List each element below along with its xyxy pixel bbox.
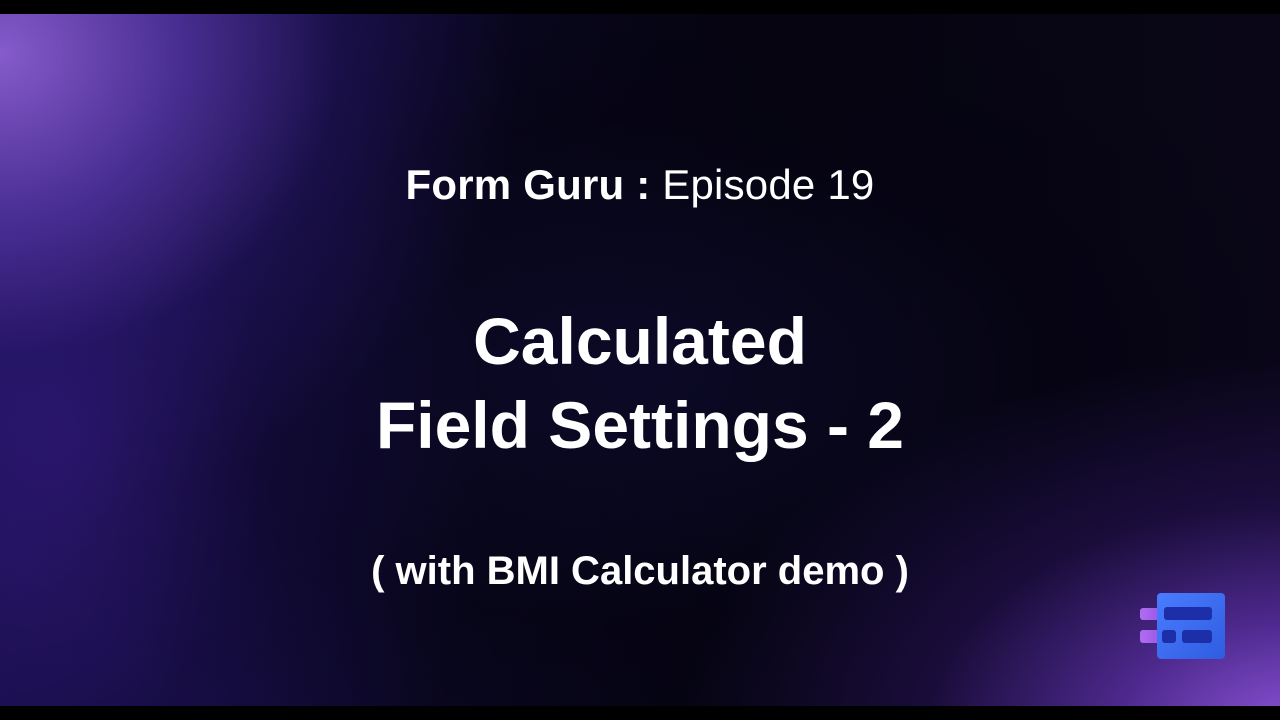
episode-heading: Form Guru : Episode 19 bbox=[0, 160, 1280, 210]
page-title: Calculated Field Settings - 2 bbox=[0, 299, 1280, 467]
form-builder-logo-icon bbox=[1140, 593, 1226, 659]
series-name: Form Guru : bbox=[405, 161, 651, 208]
subtitle: ( with BMI Calculator demo ) bbox=[371, 549, 909, 593]
title-line-2: Field Settings - 2 bbox=[375, 388, 905, 462]
video-frame: Form Guru : Episode 19 Calculated Field … bbox=[0, 0, 1280, 720]
title-slide: Form Guru : Episode 19 Calculated Field … bbox=[0, 14, 1280, 706]
title-line-1: Calculated bbox=[473, 304, 807, 378]
episode-number: Episode 19 bbox=[662, 161, 875, 208]
